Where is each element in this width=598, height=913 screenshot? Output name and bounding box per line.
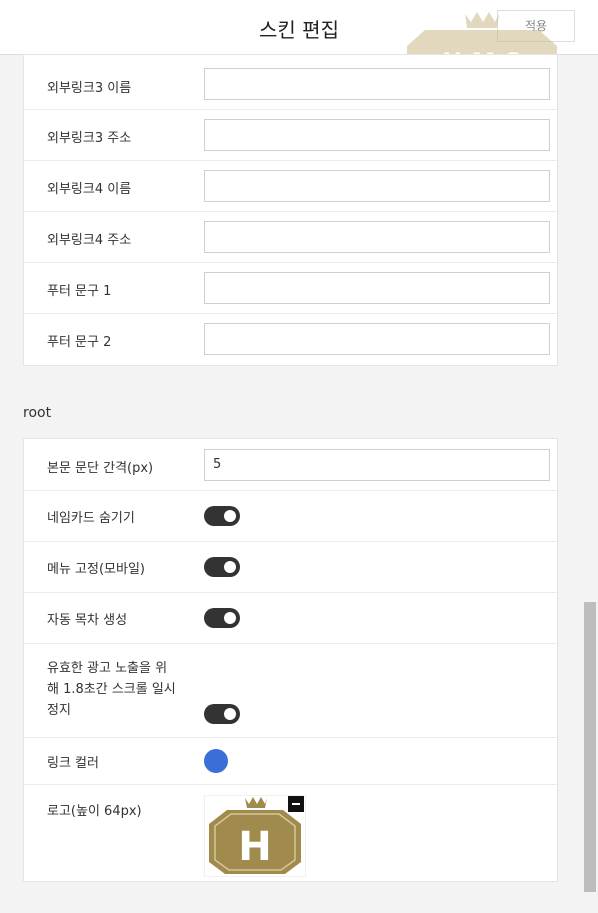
setting-row: 외부링크4 이름 xyxy=(24,160,557,211)
logo-label: 로고(높이 64px) xyxy=(47,804,142,819)
remove-logo-button[interactable] xyxy=(288,796,304,812)
setting-row: 외부링크4 주소 xyxy=(24,211,557,262)
link-color-label: 링크 컬러 xyxy=(47,756,99,771)
setting-row: 유효한 광고 노출을 위 해 1.8초간 스크롤 일시 정지 xyxy=(24,643,557,737)
toggle-knob xyxy=(224,510,236,522)
footer-text2-input[interactable] xyxy=(204,323,550,355)
setting-row: 푸터 문구 1 xyxy=(24,262,557,313)
paragraph-spacing-input[interactable]: 5 xyxy=(204,449,550,481)
link4-url-label: 외부링크4 주소 xyxy=(47,233,132,248)
hide-namecard-toggle[interactable] xyxy=(204,506,240,526)
footer-settings-panel: 외부링크3 이름 외부링크3 주소 외부링크4 이름 외부링크4 주소 푸터 문… xyxy=(23,54,558,366)
setting-row: 메뉴 고정(모바일) xyxy=(24,541,557,592)
setting-row: 네임카드 숨기기 xyxy=(24,490,557,541)
toggle-knob xyxy=(224,561,236,573)
fixed-menu-toggle[interactable] xyxy=(204,557,240,577)
link3-url-input[interactable] xyxy=(204,119,550,151)
footer-text1-input[interactable] xyxy=(204,272,550,304)
setting-row: 외부링크3 이름 xyxy=(24,55,557,109)
setting-row: 외부링크3 주소 xyxy=(24,109,557,160)
section-title-root: root xyxy=(23,405,52,421)
setting-row: 링크 컬러 xyxy=(24,737,557,784)
footer-text1-label: 푸터 문구 1 xyxy=(47,284,112,299)
paragraph-spacing-label: 본문 문단 간격(px) xyxy=(47,461,154,476)
ad-scroll-pause-toggle[interactable] xyxy=(204,704,240,724)
auto-toc-label: 자동 목차 생성 xyxy=(47,613,128,628)
link3-name-label: 외부링크3 이름 xyxy=(47,81,132,96)
link3-url-label: 외부링크3 주소 xyxy=(47,131,132,146)
ad-scroll-pause-label-line: 유효한 광고 노출을 위 xyxy=(47,661,168,676)
logo-letter: H xyxy=(238,824,271,870)
ad-scroll-pause-label-line: 정지 xyxy=(47,703,71,718)
root-settings-panel: 본문 문단 간격(px) 5 네임카드 숨기기 메뉴 고정(모바일) 자동 목차… xyxy=(23,438,558,882)
toggle-knob xyxy=(224,612,236,624)
setting-row: 로고(높이 64px) H xyxy=(24,784,557,883)
link-color-swatch[interactable] xyxy=(204,749,228,773)
setting-row: 푸터 문구 2 xyxy=(24,313,557,364)
link3-name-input[interactable] xyxy=(204,68,550,100)
auto-toc-toggle[interactable] xyxy=(204,608,240,628)
footer-text2-label: 푸터 문구 2 xyxy=(47,335,112,350)
ad-scroll-pause-label-line: 해 1.8초간 스크롤 일시 xyxy=(47,682,176,697)
fixed-menu-label: 메뉴 고정(모바일) xyxy=(47,562,145,577)
scrollbar-thumb[interactable] xyxy=(584,602,596,892)
hide-namecard-label: 네임카드 숨기기 xyxy=(47,511,135,526)
link4-url-input[interactable] xyxy=(204,221,550,253)
link4-name-label: 외부링크4 이름 xyxy=(47,182,132,197)
setting-row: 자동 목차 생성 xyxy=(24,592,557,643)
link4-name-input[interactable] xyxy=(204,170,550,202)
toggle-knob xyxy=(224,708,236,720)
ad-scroll-pause-label: 유효한 광고 노출을 위 해 1.8초간 스크롤 일시 정지 xyxy=(47,658,176,721)
setting-row: 본문 문단 간격(px) 5 xyxy=(24,439,557,490)
